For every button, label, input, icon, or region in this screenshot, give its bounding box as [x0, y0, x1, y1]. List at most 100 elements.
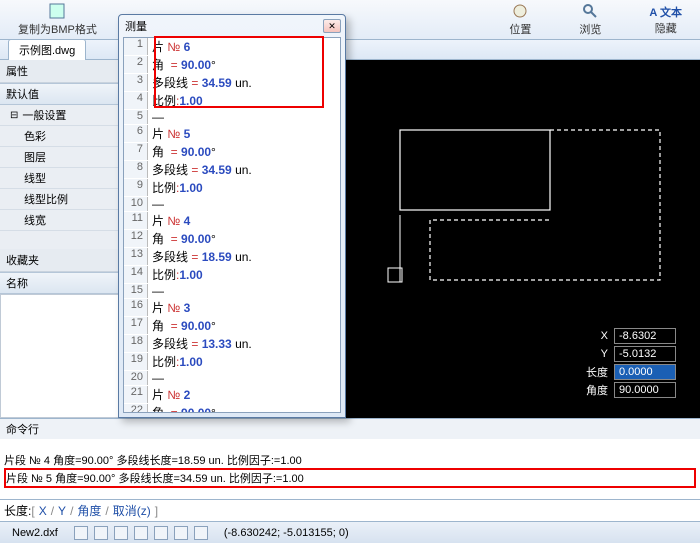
line-number: 12 — [124, 230, 148, 247]
coord-row-x: X -8.6302 — [580, 328, 676, 344]
line-number: 1 — [124, 38, 148, 55]
browse-label: 浏览 — [579, 21, 601, 37]
coord-len-value[interactable]: 0.0000 — [614, 364, 676, 380]
line-text: 多段线 = 18.59 un. — [148, 248, 252, 265]
line-number: 7 — [124, 143, 148, 160]
browse-button[interactable]: 浏览 — [569, 1, 611, 39]
line-text: 比例:1.00 — [148, 266, 203, 283]
line-text: — — [148, 197, 164, 211]
line-number: 8 — [124, 161, 148, 178]
link-cancel[interactable]: 取消(z) — [109, 502, 155, 519]
measure-line: 17角 = 90.00° — [124, 317, 340, 335]
command-area: 命令行 片段 № 4 角度=90.00° 多段线长度=18.59 un. 比例因… — [0, 418, 700, 521]
line-text: 比例:1.00 — [148, 353, 203, 370]
link-y[interactable]: Y — [54, 504, 70, 518]
measure-line: 5— — [124, 110, 340, 125]
status-icon[interactable] — [154, 526, 168, 540]
measure-line: 16片 № 3 — [124, 299, 340, 317]
status-icon[interactable] — [74, 526, 88, 540]
text-hide-button[interactable]: A 文本 隐藏 — [639, 2, 692, 38]
line-text: — — [148, 371, 164, 385]
copy-bmp-button[interactable]: 复制为BMP格式 — [8, 1, 107, 39]
measure-titlebar[interactable]: 测量 ✕ — [119, 15, 345, 37]
prop-row[interactable]: 色彩 — [0, 126, 119, 147]
close-icon[interactable]: ✕ — [323, 19, 341, 33]
coord-row-len: 长度 0.0000 — [580, 364, 676, 380]
measure-title: 测量 — [123, 18, 323, 34]
general-settings-head[interactable]: 一般设置 — [0, 105, 119, 126]
default-title[interactable]: 默认值 — [0, 83, 119, 105]
measure-line: 19比例:1.00 — [124, 353, 340, 371]
coord-y-value[interactable]: -5.0132 — [614, 346, 676, 362]
line-number: 11 — [124, 212, 148, 229]
sidebar: 属性 默认值 一般设置 色彩 图层 线型 线型比例 线宽 收藏夹 名称 — [0, 60, 120, 418]
line-text: 多段线 = 13.33 un. — [148, 335, 252, 352]
command-log-line-highlight: 片段 № 5 角度=90.00° 多段线长度=34.59 un. 比例因子:=1… — [4, 468, 696, 488]
line-number: 19 — [124, 353, 148, 370]
line-number: 5 — [124, 110, 148, 124]
hide-label: 隐藏 — [655, 20, 677, 36]
line-number: 3 — [124, 74, 148, 91]
line-number: 20 — [124, 371, 148, 385]
coordinate-panel: X -8.6302 Y -5.0132 长度 0.0000 角度 90.0000 — [580, 328, 676, 400]
measure-line: 9比例:1.00 — [124, 179, 340, 197]
line-number: 18 — [124, 335, 148, 352]
line-text: 角 = 90.00° — [148, 404, 216, 413]
line-text: — — [148, 284, 164, 298]
line-number: 4 — [124, 92, 148, 109]
line-text: 角 = 90.00° — [148, 143, 216, 160]
position-icon — [512, 3, 528, 19]
command-log: 片段 № 4 角度=90.00° 多段线长度=18.59 un. 比例因子:=1… — [0, 439, 700, 499]
status-icon[interactable] — [194, 526, 208, 540]
measure-line: 21片 № 2 — [124, 386, 340, 404]
measure-line: 11片 № 4 — [124, 212, 340, 230]
coord-len-label: 长度 — [580, 364, 608, 380]
status-icon[interactable] — [114, 526, 128, 540]
position-button[interactable]: 位置 — [499, 1, 541, 39]
length-label: 长度: — [4, 502, 31, 519]
measure-line: 12角 = 90.00° — [124, 230, 340, 248]
prop-row[interactable]: 线型比例 — [0, 189, 119, 210]
line-number: 2 — [124, 56, 148, 73]
measure-line: 15— — [124, 284, 340, 299]
prop-row[interactable]: 线宽 — [0, 210, 119, 231]
line-number: 14 — [124, 266, 148, 283]
main-area: 属性 默认值 一般设置 色彩 图层 线型 线型比例 线宽 收藏夹 名称 X — [0, 60, 700, 418]
coord-ang-value[interactable]: 90.0000 — [614, 382, 676, 398]
line-text: 角 = 90.00° — [148, 230, 216, 247]
status-icon[interactable] — [94, 526, 108, 540]
link-angle[interactable]: 角度 — [73, 502, 105, 519]
status-bar: New2.dxf (-8.630242; -5.013155; 0) — [0, 521, 700, 543]
coord-row-y: Y -5.0132 — [580, 346, 676, 362]
line-number: 10 — [124, 197, 148, 211]
prop-row[interactable]: 图层 — [0, 147, 119, 168]
measure-line: 7角 = 90.00° — [124, 143, 340, 161]
status-icon[interactable] — [134, 526, 148, 540]
prop-row[interactable]: 线型 — [0, 168, 119, 189]
link-x[interactable]: X — [35, 504, 51, 518]
browse-icon — [582, 3, 598, 19]
line-text: 片 № 2 — [148, 386, 190, 403]
status-coordinates: (-8.630242; -5.013155; 0) — [218, 527, 355, 539]
copy-bmp-label: 复制为BMP格式 — [18, 21, 97, 37]
measure-line: 8多段线 = 34.59 un. — [124, 161, 340, 179]
length-prompt-row: 长度: [ X/ Y/ 角度/ 取消(z) ] — [0, 499, 700, 521]
coord-x-value[interactable]: -8.6302 — [614, 328, 676, 344]
coord-row-ang: 角度 90.0000 — [580, 382, 676, 398]
status-icons — [74, 526, 208, 540]
line-text: 角 = 90.00° — [148, 317, 216, 334]
line-text: 片 № 5 — [148, 125, 190, 142]
measure-line: 10— — [124, 197, 340, 212]
attributes-title: 属性 — [0, 60, 119, 83]
name-title[interactable]: 名称 — [0, 272, 119, 294]
tab-active[interactable]: 示例图.dwg — [8, 39, 86, 60]
coord-y-label: Y — [580, 348, 608, 360]
position-label: 位置 — [509, 21, 531, 37]
command-title: 命令行 — [0, 419, 700, 439]
line-number: 16 — [124, 299, 148, 316]
status-icon[interactable] — [174, 526, 188, 540]
line-text: 片 № 4 — [148, 212, 190, 229]
favorites-title: 收藏夹 — [0, 249, 119, 272]
line-number: 22 — [124, 404, 148, 413]
line-number: 13 — [124, 248, 148, 265]
